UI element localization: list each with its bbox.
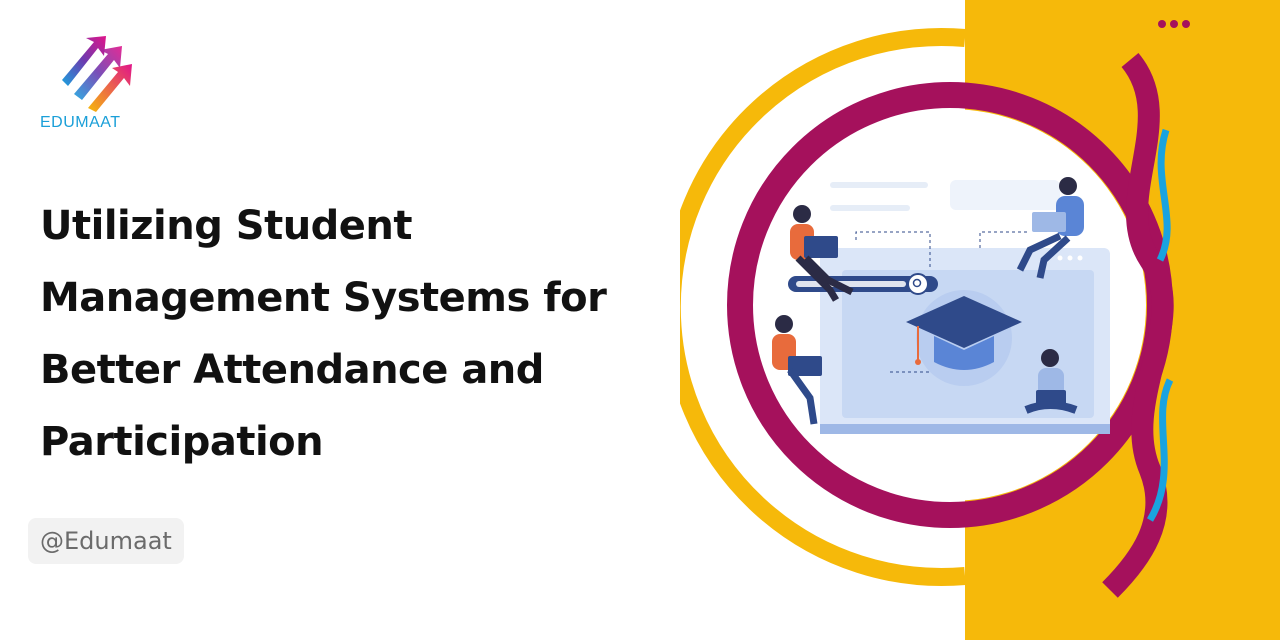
decor-bar — [830, 205, 910, 211]
hero-illustration — [680, 28, 1174, 598]
social-handle-badge: @Edumaat — [28, 518, 184, 564]
logo-wordmark: EDUMAAT — [40, 114, 121, 131]
monitor-base — [820, 424, 1110, 434]
search-icon — [907, 273, 929, 295]
headline-line: Participation — [40, 419, 324, 465]
headline-line: Better Attendance and — [40, 347, 544, 393]
page-title: Utilizing Student Management Systems for… — [40, 190, 680, 478]
logo-arrow-icon — [62, 36, 132, 112]
decor-card — [950, 180, 1060, 210]
headline-line: Management Systems for — [40, 275, 607, 321]
headline-line: Utilizing Student — [40, 203, 413, 249]
edumaat-logo: EDUMAAT — [40, 34, 156, 134]
decor-bar — [830, 182, 928, 188]
